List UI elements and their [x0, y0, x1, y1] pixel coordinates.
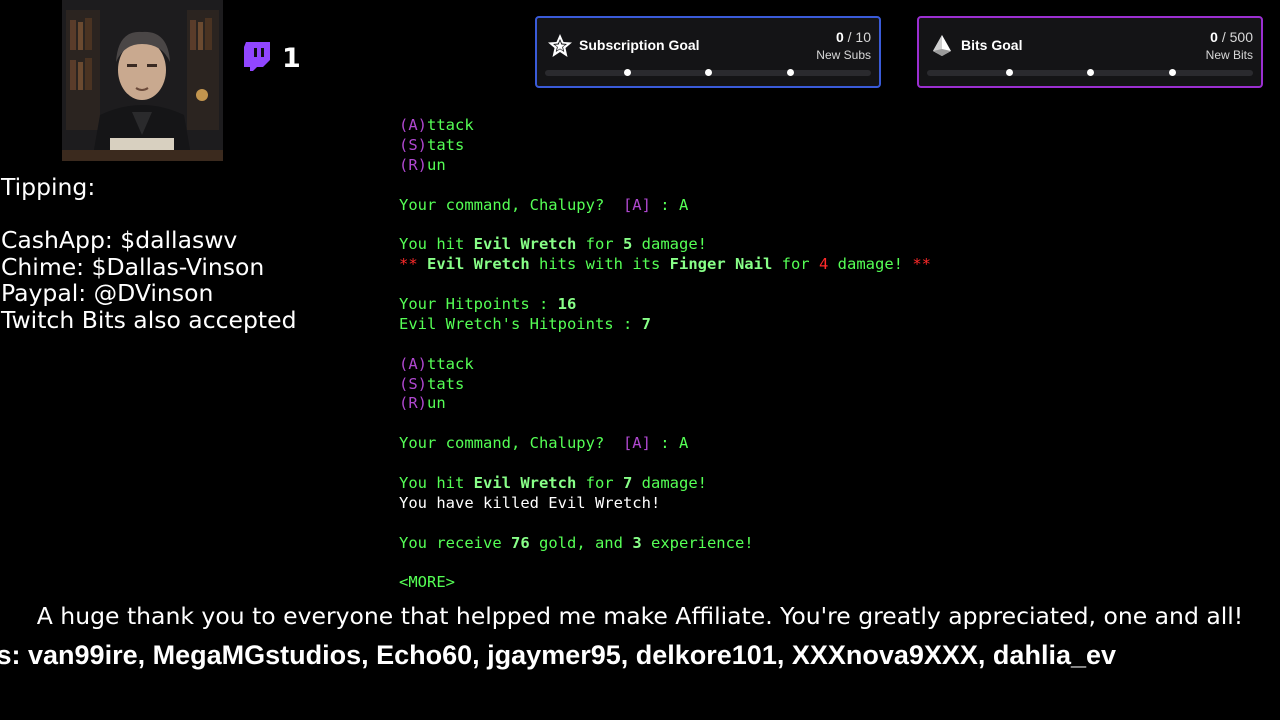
viewer-count-value: 1 — [282, 42, 301, 74]
bits-goal-count: 0 / 500 — [1210, 29, 1253, 45]
combat-log-hit: You hit Evil Wretch for 5 damage! — [399, 235, 707, 254]
subscription-goal-count: 0 / 10 — [835, 29, 871, 45]
subscription-goal-target: 10 — [855, 29, 871, 45]
combat-log-hit: You hit Evil Wretch for 7 damage! — [399, 474, 707, 493]
thank-you-message: A huge thank you to everyone that helppe… — [36, 602, 1244, 630]
combat-log-reward: You receive 76 gold, and 3 experience! — [399, 533, 754, 552]
subscription-goal-unit: New Subs — [816, 48, 871, 62]
command-prompt: Your command, Chalupy? [A] : A — [399, 195, 689, 214]
enemy-hitpoints: Evil Wretch's Hitpoints : 7 — [399, 314, 651, 333]
progress-milestone-dot — [705, 69, 712, 76]
tip-paypal: Paypal: @DVinson — [1, 279, 214, 307]
tip-chime: Chime: $Dallas-Vinson — [1, 252, 265, 281]
tipping-info: Tipping: CashApp: $dallaswv Chime: $Dall… — [1, 174, 361, 333]
progress-milestone-dot — [1087, 69, 1094, 76]
bits-goal-label: Bits Goal — [961, 37, 1023, 53]
bits-gem-icon — [928, 32, 956, 60]
menu-attack: (A)ttack — [399, 116, 474, 134]
bits-goal-progress-bar — [927, 69, 1253, 76]
progress-milestone-dot — [623, 69, 631, 76]
your-hitpoints: Your Hitpoints : 16 — [399, 295, 577, 314]
menu-attack: (A)ttack — [399, 354, 474, 373]
star-badge-icon — [546, 32, 574, 60]
subscription-goal-widget: Subscription Goal 0 / 10 New Subs — [535, 16, 881, 88]
supporters-ticker: rs: van99ire, MegaMGstudios, Echo60, jga… — [0, 640, 1280, 672]
viewer-count: 1 — [242, 40, 301, 76]
menu-run: (R)un — [399, 155, 446, 174]
tipping-title: Tipping: — [1, 173, 96, 201]
bits-goal-current: 0 — [1210, 29, 1218, 45]
menu-stats: (S)tats — [399, 135, 465, 154]
game-terminal: (A)ttack (S)tats (R)un Your command, Cha… — [399, 116, 1219, 593]
streamer-avatar — [62, 0, 223, 161]
streamer-portrait-image — [62, 0, 223, 161]
command-prompt: Your command, Chalupy? [A] : A — [399, 434, 689, 453]
subscription-goal-label: Subscription Goal — [579, 37, 700, 53]
tip-cashapp: CashApp: $dallaswv — [1, 226, 238, 254]
progress-milestone-dot — [1005, 69, 1013, 76]
progress-milestone-dot — [1168, 69, 1176, 76]
tip-bits: Twitch Bits also accepted — [1, 305, 297, 334]
more-prompt: <MORE> — [399, 573, 455, 592]
bits-goal-unit: New Bits — [1205, 48, 1253, 62]
subscription-goal-progress-bar — [545, 69, 871, 76]
combat-log-killed: You have killed Evil Wretch! — [399, 493, 661, 512]
menu-run: (R)un — [399, 394, 446, 413]
combat-log-enemy-hit: ** Evil Wretch hits with its Finger Nail… — [399, 255, 931, 274]
bits-goal-widget: Bits Goal 0 / 500 New Bits — [917, 16, 1263, 88]
twitch-viewers-icon — [242, 40, 272, 77]
progress-milestone-dot — [786, 69, 794, 76]
supporters-ticker-text: rs: van99ire, MegaMGstudios, Echo60, jga… — [0, 640, 1117, 670]
bits-goal-target: 500 — [1229, 29, 1253, 45]
subscription-goal-current: 0 — [835, 29, 844, 45]
menu-stats: (S)tats — [399, 374, 465, 393]
